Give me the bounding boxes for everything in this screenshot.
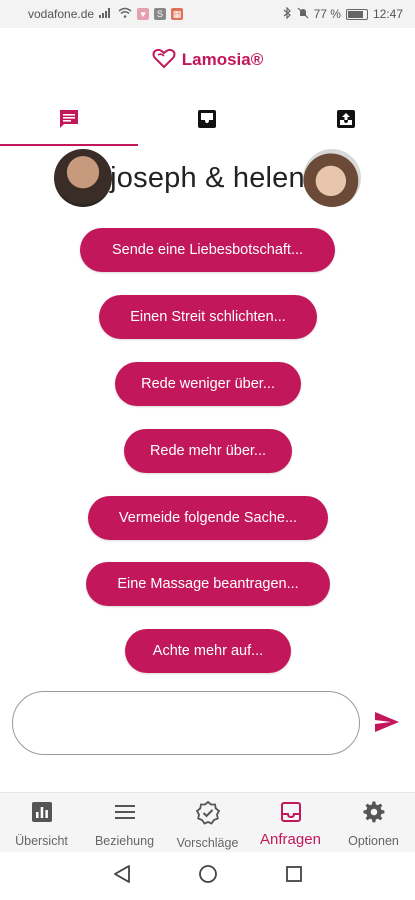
heart-logo-icon <box>152 47 176 74</box>
home-circle-icon <box>198 864 218 889</box>
inbox-icon <box>196 108 218 135</box>
status-bar: vodafone.de ♥ S ▦ 77 % 12:47 <box>0 0 415 28</box>
avatar-helen[interactable] <box>303 149 361 207</box>
couple-header: joseph & helen <box>0 148 415 208</box>
bottom-navigation: Übersicht Beziehung Vorschläge Anfragen … <box>0 792 415 852</box>
system-navigation <box>0 852 415 900</box>
app-header: Lamosia® <box>0 28 415 92</box>
gear-icon <box>362 801 385 828</box>
bluetooth-icon <box>283 6 292 22</box>
nav-overview[interactable]: Übersicht <box>0 793 83 852</box>
wifi-icon <box>118 7 132 21</box>
suggestion-talk-less-button[interactable]: Rede weniger über... <box>115 362 301 406</box>
inbox-arrow-icon <box>335 108 357 135</box>
nav-requests[interactable]: Anfragen <box>249 793 332 852</box>
chat-icon <box>58 108 80 135</box>
suggestion-talk-more-button[interactable]: Rede mehr über... <box>124 429 292 473</box>
battery-percent: 77 % <box>313 7 341 21</box>
suggestion-love-message-button[interactable]: Sende eine Liebesbotschaft... <box>80 228 335 272</box>
nav-overview-label: Übersicht <box>15 834 68 848</box>
send-button[interactable] <box>372 710 402 738</box>
inbox-icon <box>280 801 302 828</box>
back-triangle-icon <box>113 864 131 889</box>
app-logo-text: Lamosia® <box>181 50 264 69</box>
tab-bar <box>0 96 415 146</box>
notification-app-icon: ♥ <box>137 8 150 20</box>
home-button[interactable] <box>196 864 220 888</box>
back-button[interactable] <box>110 864 134 888</box>
battery-icon <box>345 8 368 20</box>
status-right: 77 % 12:47 <box>283 6 403 22</box>
tab-inbox-arrow[interactable] <box>277 96 415 146</box>
nav-relationship-label: Beziehung <box>94 834 155 848</box>
suggestion-massage-button[interactable]: Eine Massage beantragen... <box>86 562 330 606</box>
avatar-joseph[interactable] <box>54 149 112 207</box>
tab-chat[interactable] <box>0 96 139 146</box>
message-input[interactable] <box>12 691 360 755</box>
suggestion-pay-attention-button[interactable]: Achte mehr auf... <box>125 629 291 673</box>
clock: 12:47 <box>372 7 403 21</box>
couple-names: joseph & helen <box>110 161 305 194</box>
bar-chart-icon <box>31 801 53 828</box>
nav-requests-label: Anfragen <box>260 831 321 848</box>
send-icon <box>374 711 400 738</box>
recents-square-icon <box>285 865 303 888</box>
recents-button[interactable] <box>282 864 306 888</box>
signal-icon <box>99 7 113 21</box>
nav-suggestions[interactable]: Vorschläge <box>166 793 249 852</box>
nav-suggestions-label: Vorschläge <box>176 836 239 850</box>
notification-s-icon: S <box>154 8 167 20</box>
notification-calendar-icon: ▦ <box>171 8 184 20</box>
menu-icon <box>114 801 136 828</box>
mute-icon <box>297 7 309 22</box>
tab-inbox[interactable] <box>138 96 276 146</box>
carrier-name: vodafone.de <box>28 7 95 21</box>
nav-options-label: Optionen <box>348 834 399 848</box>
suggestion-settle-argument-button[interactable]: Einen Streit schlichten... <box>99 295 317 339</box>
suggestion-avoid-thing-button[interactable]: Vermeide folgende Sache... <box>88 496 328 540</box>
status-left: vodafone.de ♥ S ▦ <box>28 7 184 21</box>
nav-relationship[interactable]: Beziehung <box>83 793 166 852</box>
message-composer <box>0 680 415 792</box>
nav-options[interactable]: Optionen <box>332 793 415 852</box>
verified-badge-icon <box>195 800 220 830</box>
